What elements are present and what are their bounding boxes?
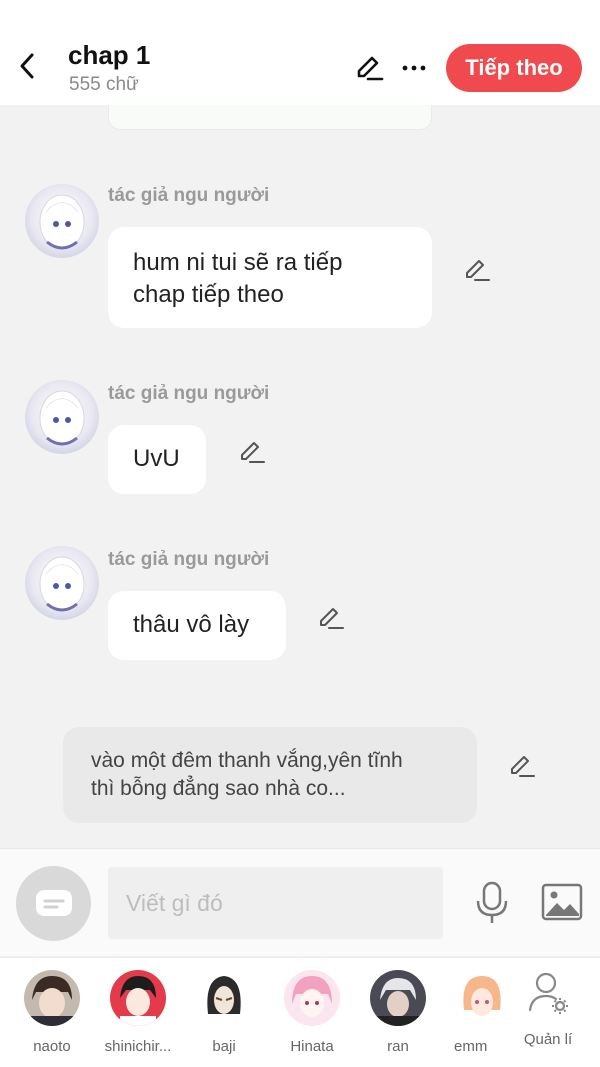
author-avatar-image	[39, 556, 85, 612]
message-author: tác giả ngu người	[108, 383, 270, 404]
word-count: 555 chữ	[69, 74, 139, 95]
pencil-icon	[511, 756, 535, 777]
top-bar: chap 1 555 chữ Tiếp theo	[0, 0, 600, 105]
message-bubble[interactable]: UvU	[108, 425, 206, 494]
manage-label: Quản lí	[523, 1031, 573, 1048]
manage-characters-button[interactable]: Quản lí	[514, 970, 582, 1048]
message-text-line: chap tiếp theo	[133, 281, 284, 308]
character-item[interactable]: emm	[440, 970, 504, 1055]
author-avatar[interactable]	[25, 184, 99, 258]
character-item[interactable]: baji	[186, 970, 262, 1055]
message-text-line: hum ni tui sẽ ra tiếp	[133, 249, 343, 276]
character-avatar	[24, 970, 80, 1026]
message-author: tác giả ngu người	[108, 549, 270, 570]
previous-message-bubble[interactable]	[108, 105, 432, 130]
edit-message-button[interactable]	[237, 437, 267, 467]
chevron-left-icon	[20, 53, 34, 79]
author-avatar-image	[39, 390, 85, 446]
pencil-icon	[466, 260, 490, 281]
back-button[interactable]	[12, 48, 42, 84]
user-settings-icon	[528, 972, 568, 1014]
character-name: Hinata	[290, 1038, 334, 1055]
pencil-icon	[357, 56, 384, 81]
message-author: tác giả ngu người	[108, 185, 270, 206]
composer-bar	[0, 848, 600, 956]
edit-narration-button[interactable]	[507, 751, 537, 781]
character-name: naoto	[33, 1038, 71, 1055]
character-item[interactable]: shinichir...	[100, 970, 176, 1055]
character-avatar	[196, 970, 252, 1026]
narration-text-line: vào một đêm thanh vắng,yên tĩnh	[91, 749, 403, 772]
character-name: shinichir...	[104, 1038, 172, 1055]
more-horizontal-icon	[402, 65, 426, 71]
pencil-icon	[241, 442, 265, 463]
character-item[interactable]: Hinata	[274, 970, 350, 1055]
narration-bubble[interactable]: vào một đêm thanh vắng,yên tĩnh thì bỗng…	[63, 727, 477, 823]
insert-image-button[interactable]	[541, 883, 583, 921]
next-button[interactable]: Tiếp theo	[446, 44, 582, 92]
microphone-icon	[476, 881, 508, 923]
character-avatar	[370, 970, 426, 1026]
message-text-line: UvU	[133, 445, 180, 472]
message-text-line: thâu vô lày	[133, 611, 250, 638]
character-name: ran	[387, 1038, 409, 1055]
character-avatar	[454, 970, 504, 1026]
voice-input-button[interactable]	[474, 881, 510, 925]
message-bubble[interactable]: hum ni tui sẽ ra tiếp chap tiếp theo	[108, 227, 432, 328]
chapter-title: chap 1	[68, 40, 151, 70]
pencil-icon	[320, 608, 344, 629]
edit-message-button[interactable]	[462, 255, 492, 285]
character-item[interactable]: ran	[360, 970, 436, 1055]
character-avatar	[284, 970, 340, 1026]
character-name: emm	[454, 1038, 488, 1055]
author-avatar[interactable]	[25, 546, 99, 620]
character-bar: naoto shinichir... baji Hinata ran emm Q…	[0, 957, 600, 1067]
message-input[interactable]	[108, 867, 443, 939]
image-icon	[541, 883, 583, 921]
chat-area[interactable]: tác giả ngu người hum ni tui sẽ ra tiếp …	[0, 105, 600, 848]
chat-bubble-icon	[35, 889, 72, 916]
edit-message-button[interactable]	[316, 603, 346, 633]
edit-chapter-button[interactable]	[353, 52, 385, 84]
message-bubble[interactable]: thâu vô lày	[108, 591, 286, 660]
author-avatar-image	[39, 194, 85, 250]
character-item[interactable]: naoto	[14, 970, 90, 1055]
character-name: baji	[212, 1038, 236, 1055]
character-avatar	[110, 970, 166, 1026]
narration-text-line: thì bỗng đẳng sao nhà co...	[91, 777, 346, 800]
more-options-button[interactable]	[398, 52, 430, 84]
message-type-toggle[interactable]	[16, 866, 91, 941]
author-avatar[interactable]	[25, 380, 99, 454]
